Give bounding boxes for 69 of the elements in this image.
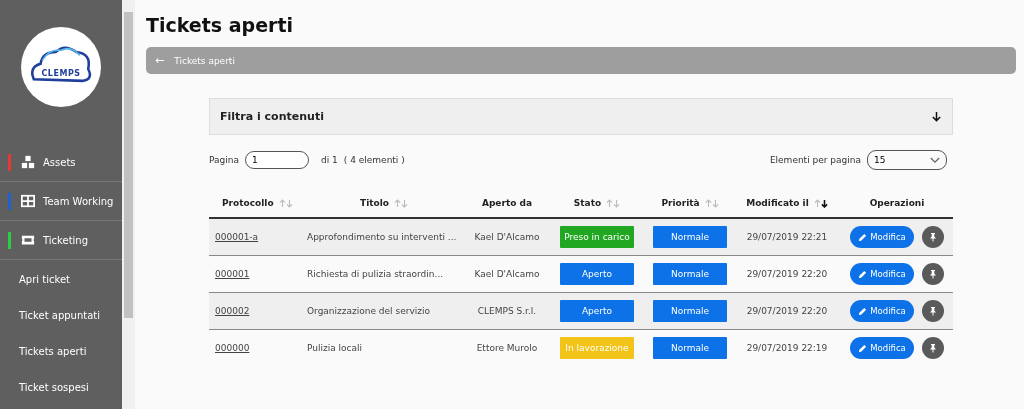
status-badge: Preso in carico <box>560 226 634 248</box>
edit-button[interactable]: Modifica <box>850 226 914 248</box>
logo-text: CLEMPS <box>41 68 81 78</box>
pencil-icon <box>858 343 868 353</box>
pencil-icon <box>858 306 868 316</box>
table-cell: Ettore Murolo <box>476 343 538 353</box>
sort-arrows-icon[interactable] <box>813 198 828 208</box>
priority-badge: Normale <box>653 337 727 359</box>
priority-badge: Normale <box>653 226 727 248</box>
column-header[interactable]: Stato <box>573 198 602 208</box>
page-total: di 1 <box>321 155 338 165</box>
edit-button[interactable]: Modifica <box>850 337 914 359</box>
chevron-down-icon <box>930 156 940 164</box>
table-cell: Approfondimento su interventi ... <box>307 232 457 242</box>
table-cell: 29/07/2019 22:21 <box>746 232 828 242</box>
submenu-item[interactable]: Ticket sospesi <box>0 371 122 404</box>
submenu-item[interactable]: Tickets aperti <box>0 335 122 368</box>
table-cell: 29/07/2019 22:19 <box>746 343 828 353</box>
pencil-icon <box>858 269 868 279</box>
table-cell: Kael D'Alcamo <box>474 269 540 279</box>
page-label: Pagina <box>209 155 239 165</box>
pin-icon <box>927 232 938 242</box>
status-badge: In lavorazione <box>560 337 634 359</box>
status-badge: Aperto <box>560 263 634 285</box>
filter-label: Filtra i contenuti <box>220 110 324 123</box>
page-field[interactable]: 1 <box>245 151 309 169</box>
table-cell: Pulizia locali <box>307 343 363 353</box>
pin-button[interactable] <box>921 300 944 322</box>
pin-icon <box>927 306 938 316</box>
column-header[interactable]: Aperto da <box>481 198 533 208</box>
protocol-link[interactable]: 000000 <box>215 343 250 353</box>
column-header[interactable]: Priorità <box>661 198 700 208</box>
table-cell: CLEMPS S.r.l. <box>477 306 537 316</box>
priority-badge: Normale <box>653 263 727 285</box>
table-cell: Kael D'Alcamo <box>474 232 540 242</box>
protocol-link[interactable]: 000001 <box>215 269 250 279</box>
protocol-link[interactable]: 000002 <box>215 306 250 316</box>
column-header[interactable]: Operazioni <box>869 198 925 208</box>
column-header[interactable]: Modificato il <box>746 198 809 208</box>
edit-button[interactable]: Modifica <box>850 263 914 285</box>
pin-icon <box>927 269 938 279</box>
table-cell: Organizzazione del servizio <box>307 306 430 316</box>
scrollbar[interactable] <box>122 0 135 409</box>
grid-icon <box>21 194 35 208</box>
submenu-item[interactable]: Ticket appuntati <box>0 299 122 332</box>
pin-button[interactable] <box>921 337 944 359</box>
table-cell: 29/07/2019 22:20 <box>746 306 828 316</box>
arrow-down-icon <box>931 111 942 122</box>
boxes-icon <box>21 155 35 169</box>
per-page-label: Elementi per pagina <box>769 155 861 165</box>
ticket-icon <box>21 233 35 247</box>
column-header[interactable]: Titolo <box>360 198 389 208</box>
element-count: ( 4 elementi ) <box>343 155 405 165</box>
protocol-link[interactable]: 000001-a <box>215 232 259 242</box>
filter-panel[interactable]: Filtra i contenuti <box>209 98 953 135</box>
priority-badge: Normale <box>653 300 727 322</box>
per-page-select[interactable]: 15 <box>867 150 947 170</box>
scrollbar-thumb[interactable] <box>124 12 133 318</box>
edit-button[interactable]: Modifica <box>850 300 914 322</box>
table-cell: 29/07/2019 22:20 <box>746 269 828 279</box>
submenu-item[interactable]: Apri ticket <box>0 263 122 296</box>
pencil-icon <box>858 232 868 242</box>
pin-icon <box>927 343 938 353</box>
page-title: Tickets aperti <box>146 14 295 36</box>
status-badge: Aperto <box>560 300 634 322</box>
pin-button[interactable] <box>921 263 944 285</box>
column-header[interactable]: Protocollo <box>222 198 274 208</box>
pin-button[interactable] <box>921 226 944 248</box>
table-cell: Richiesta di pulizia straordin... <box>307 269 444 279</box>
